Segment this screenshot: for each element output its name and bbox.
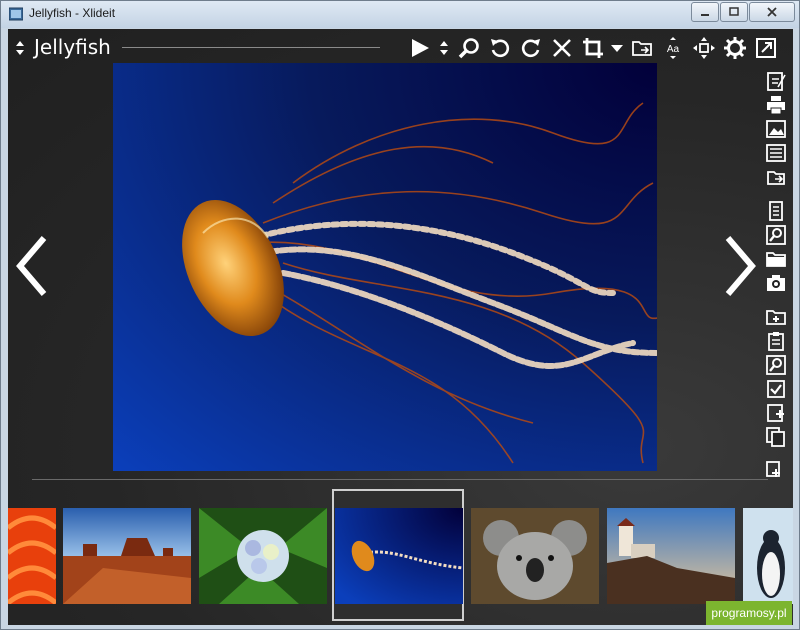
side-toolbar — [764, 71, 788, 485]
header-divider — [122, 47, 380, 48]
page-button[interactable] — [764, 201, 788, 221]
thumbnail-hydrangeas[interactable] — [199, 508, 327, 604]
new-doc-icon — [767, 404, 784, 422]
delete-icon — [552, 38, 571, 57]
new-doc-button[interactable] — [764, 403, 788, 423]
rotate-left-button[interactable] — [486, 34, 513, 61]
next-arrow[interactable] — [720, 234, 760, 298]
camera-button[interactable] — [764, 273, 788, 293]
zoom-icon — [458, 37, 479, 58]
thumbnail-desert[interactable] — [63, 508, 191, 604]
zoom-button[interactable] — [455, 34, 482, 61]
dropdown-icon — [611, 44, 623, 52]
list-icon — [766, 144, 786, 162]
viewer-area: Jellyfish Aa programosy.pl — [8, 29, 793, 625]
rotate-right-icon — [521, 38, 540, 57]
watermark-badge: programosy.pl — [706, 601, 792, 625]
external-icon — [755, 37, 776, 58]
export-button[interactable] — [764, 167, 788, 187]
image-icon — [766, 120, 786, 138]
print-icon — [767, 96, 785, 115]
export-icon — [767, 171, 785, 185]
settings-icon — [723, 36, 746, 59]
paste-button[interactable] — [764, 461, 788, 481]
copy-button[interactable] — [764, 427, 788, 447]
copy-icon — [766, 427, 785, 447]
folder-icon — [766, 252, 786, 267]
toolbar: Aa — [406, 34, 783, 61]
maximize-icon — [729, 7, 739, 16]
fit-button[interactable] — [690, 34, 717, 61]
koala-photo — [471, 508, 599, 604]
external-button[interactable] — [752, 34, 779, 61]
page-icon — [769, 201, 783, 221]
tulips-photo — [8, 508, 56, 604]
edit-icon — [767, 72, 786, 91]
jellyfish-photo — [182, 102, 657, 464]
print-button[interactable] — [764, 95, 788, 115]
delete-button[interactable] — [548, 34, 575, 61]
folder-move-button[interactable] — [628, 34, 655, 61]
app-icon — [9, 7, 23, 21]
find-icon — [766, 355, 786, 375]
add-folder-icon — [766, 310, 786, 325]
thumbnail-penguins[interactable] — [743, 508, 793, 604]
list-button[interactable] — [764, 143, 788, 163]
hydrangeas-photo — [199, 508, 327, 604]
crop-icon — [582, 37, 603, 58]
main-photo-jellyfish[interactable] — [113, 63, 657, 471]
checkbox-button[interactable] — [764, 379, 788, 399]
thumbnail-strip — [8, 489, 793, 625]
settings-button[interactable] — [721, 34, 748, 61]
edit-button[interactable] — [764, 71, 788, 91]
strip-divider — [32, 479, 768, 480]
crop-button[interactable] — [579, 34, 606, 61]
camera-icon — [767, 275, 785, 291]
page-title: Jellyfish — [34, 35, 111, 59]
paste-icon — [766, 461, 780, 477]
play-button[interactable] — [406, 34, 433, 61]
folder-move-icon — [631, 40, 652, 56]
rotate-left-icon — [490, 38, 509, 57]
title-bar[interactable]: Jellyfish - Xlideit — [1, 1, 799, 28]
folder-button[interactable] — [764, 249, 788, 269]
add-folder-button[interactable] — [764, 307, 788, 327]
text-size-button[interactable]: Aa — [659, 34, 686, 61]
thumbnail-jellyfish[interactable] — [335, 508, 463, 604]
fit-icon — [692, 36, 715, 59]
find-button[interactable] — [764, 355, 788, 375]
checkbox-icon — [767, 380, 785, 398]
app-window: Jellyfish - Xlideit Jellyfish Aa program… — [0, 0, 800, 630]
clipboard-icon — [768, 332, 784, 351]
image-button[interactable] — [764, 119, 788, 139]
search-icon — [766, 225, 786, 245]
sort-icon — [440, 40, 448, 55]
dropdown-button[interactable] — [610, 34, 624, 61]
minimize-icon — [701, 14, 709, 16]
previous-arrow[interactable] — [12, 234, 52, 298]
minimize-button[interactable] — [691, 2, 719, 22]
thumbnail-tulips[interactable] — [8, 508, 56, 604]
thumbnail-koala[interactable] — [471, 508, 599, 604]
rotate-right-button[interactable] — [517, 34, 544, 61]
maximize-button[interactable] — [720, 2, 748, 22]
search-button[interactable] — [764, 225, 788, 245]
sort-icon[interactable] — [15, 40, 25, 56]
close-button[interactable] — [749, 2, 795, 22]
text-size-label: Aa — [666, 44, 679, 55]
close-icon — [767, 7, 777, 17]
thumbnail-lighthouse[interactable] — [607, 508, 735, 604]
clipboard-button[interactable] — [764, 331, 788, 351]
desert-photo — [63, 508, 191, 604]
text-size-icon: Aa — [666, 36, 679, 59]
penguins-photo — [743, 508, 793, 604]
play-icon — [411, 38, 429, 57]
jellyfish-thumb-photo — [335, 508, 463, 604]
sort-button[interactable] — [437, 34, 451, 61]
window-title: Jellyfish - Xlideit — [29, 6, 116, 20]
lighthouse-photo — [607, 508, 735, 604]
